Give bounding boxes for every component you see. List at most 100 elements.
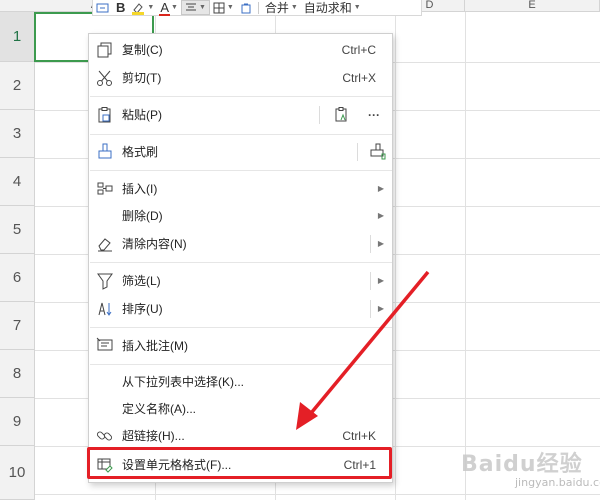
menu-item-filter[interactable]: 筛选(L) ▶ (89, 268, 392, 294)
mini-toolbar: B ▼ A ▼ ▼ ▼ 合并 ▼ 自动求和 ▼ (92, 0, 422, 16)
shortcut-text: Ctrl+C (341, 43, 376, 57)
menu-item-label: 插入(I) (122, 182, 158, 196)
font-color-letter: A (160, 0, 169, 15)
align-button[interactable]: ▼ (180, 0, 210, 15)
menu-item-insert-comment[interactable]: 插入批注(M) (89, 333, 392, 359)
chevron-right-icon: ▶ (377, 184, 384, 193)
cell-style-icon (241, 3, 251, 13)
scissors-icon (97, 70, 112, 86)
row-header-9[interactable]: 9 (0, 398, 35, 446)
insert-icon (97, 182, 113, 195)
menu-item-insert[interactable]: 插入(I) ▶ (89, 176, 392, 202)
menu-item-label: 超链接(H)... (122, 429, 185, 443)
bold-label: B (116, 0, 126, 15)
border-button[interactable]: ▼ (210, 0, 237, 16)
shortcut-text: Ctrl+X (342, 71, 376, 85)
menu-item-label: 插入批注(M) (122, 339, 188, 353)
menu-item-label: 定义名称(A)... (122, 402, 196, 416)
align-center-icon (185, 3, 196, 10)
menu-item-label: 清除内容(N) (122, 237, 187, 251)
row-header-10[interactable]: 10 (0, 446, 35, 500)
bold-button[interactable]: B (113, 0, 128, 16)
row-header-3[interactable]: 3 (0, 110, 35, 158)
cell-style-button[interactable] (237, 0, 255, 16)
menu-divider (319, 106, 320, 124)
row-header-7[interactable]: 7 (0, 302, 35, 350)
chevron-right-icon: ▶ (377, 239, 384, 248)
menu-item-label: 剪切(T) (122, 71, 162, 85)
grid-line (395, 12, 396, 500)
menu-item-cut[interactable]: 剪切(T) Ctrl+X (89, 65, 392, 91)
autosum-button[interactable]: 自动求和 ▼ (301, 0, 364, 16)
format-painter-lock-icon[interactable] (369, 143, 387, 161)
row-header-8[interactable]: 8 (0, 350, 35, 398)
format-painter-icon (98, 143, 112, 159)
border-icon (213, 2, 225, 13)
menu-divider (90, 96, 392, 97)
chevron-down-icon: ▼ (198, 4, 206, 11)
menu-divider (357, 143, 358, 161)
menu-divider (370, 272, 371, 290)
chevron-down-icon: ▼ (353, 4, 361, 11)
link-icon (96, 431, 113, 441)
filter-icon (97, 273, 113, 290)
chevron-right-icon: ▶ (377, 276, 384, 285)
menu-item-pick-from-list[interactable]: 从下拉列表中选择(K)... (89, 369, 392, 395)
paste-values-icon[interactable] (333, 106, 351, 124)
clipboard-icon (98, 107, 111, 123)
menu-item-label: 从下拉列表中选择(K)... (122, 375, 244, 389)
row-header-6[interactable]: 6 (0, 254, 35, 302)
chevron-down-icon: ▼ (147, 4, 155, 11)
chevron-down-icon: ▼ (226, 4, 234, 11)
font-color-button[interactable]: A ▼ (157, 0, 181, 16)
menu-divider (370, 300, 371, 318)
row-header-5[interactable]: 5 (0, 206, 35, 254)
menu-item-format-painter[interactable]: 格式刷 (89, 139, 392, 165)
menu-divider (370, 235, 371, 253)
merge-label: 合并 (264, 1, 289, 15)
menu-divider (90, 262, 392, 263)
menu-item-copy[interactable]: 复制(C) Ctrl+C (89, 37, 392, 63)
menu-item-delete[interactable]: 删除(D) ▶ (89, 203, 392, 229)
toolbar-divider (257, 1, 259, 14)
watermark-logo: Baidu经验 (461, 452, 583, 477)
menu-item-define-name[interactable]: 定义名称(A)... (89, 396, 392, 422)
grid-line (465, 12, 466, 500)
watermark: Baidu经验 jingyan.baidu.com (455, 446, 600, 496)
column-header-e[interactable]: E (465, 0, 600, 12)
convert-icon (96, 3, 109, 12)
more-options-icon[interactable]: ··· (368, 102, 380, 128)
menu-divider (90, 134, 392, 135)
merge-button[interactable]: 合并 ▼ (262, 0, 301, 16)
watermark-url: jingyan.baidu.com (515, 476, 600, 489)
comment-icon (96, 337, 113, 351)
menu-item-label: 格式刷 (122, 145, 159, 159)
menu-item-label: 复制(C) (122, 43, 163, 57)
menu-item-label: 排序(U) (122, 302, 163, 316)
row-header-1[interactable]: 1 (0, 12, 35, 62)
chevron-right-icon: ▶ (377, 304, 384, 313)
menu-item-hyperlink[interactable]: 超链接(H)... Ctrl+K (89, 423, 392, 449)
menu-item-label: 粘贴(P) (122, 108, 162, 122)
font-color-bar (159, 14, 171, 16)
menu-item-sort[interactable]: 排序(U) ▶ (89, 296, 392, 322)
format-convert-button[interactable] (93, 0, 113, 16)
chevron-right-icon: ▶ (377, 211, 384, 220)
menu-item-clear-contents[interactable]: 清除内容(N) ▶ (89, 231, 392, 257)
highlight-color-button[interactable]: ▼ (128, 0, 157, 16)
eraser-icon (98, 238, 112, 252)
context-menu: 复制(C) Ctrl+C 剪切(T) Ctrl+X 粘贴(P) ··· 格式刷 … (88, 33, 393, 483)
menu-item-label: 筛选(L) (122, 274, 161, 288)
autosum-label: 自动求和 (303, 1, 352, 15)
sort-icon (98, 302, 112, 316)
menu-item-paste[interactable]: 粘贴(P) ··· (89, 102, 392, 128)
chevron-down-icon: ▼ (290, 4, 298, 11)
menu-item-label: 删除(D) (122, 209, 163, 223)
row-header-4[interactable]: 4 (0, 158, 35, 206)
row-header-2[interactable]: 2 (0, 62, 35, 110)
highlighter-icon (132, 2, 145, 15)
menu-divider (90, 364, 392, 365)
annotation-highlight-box (87, 447, 392, 479)
menu-divider (90, 327, 392, 328)
chevron-down-icon: ▼ (171, 4, 178, 11)
